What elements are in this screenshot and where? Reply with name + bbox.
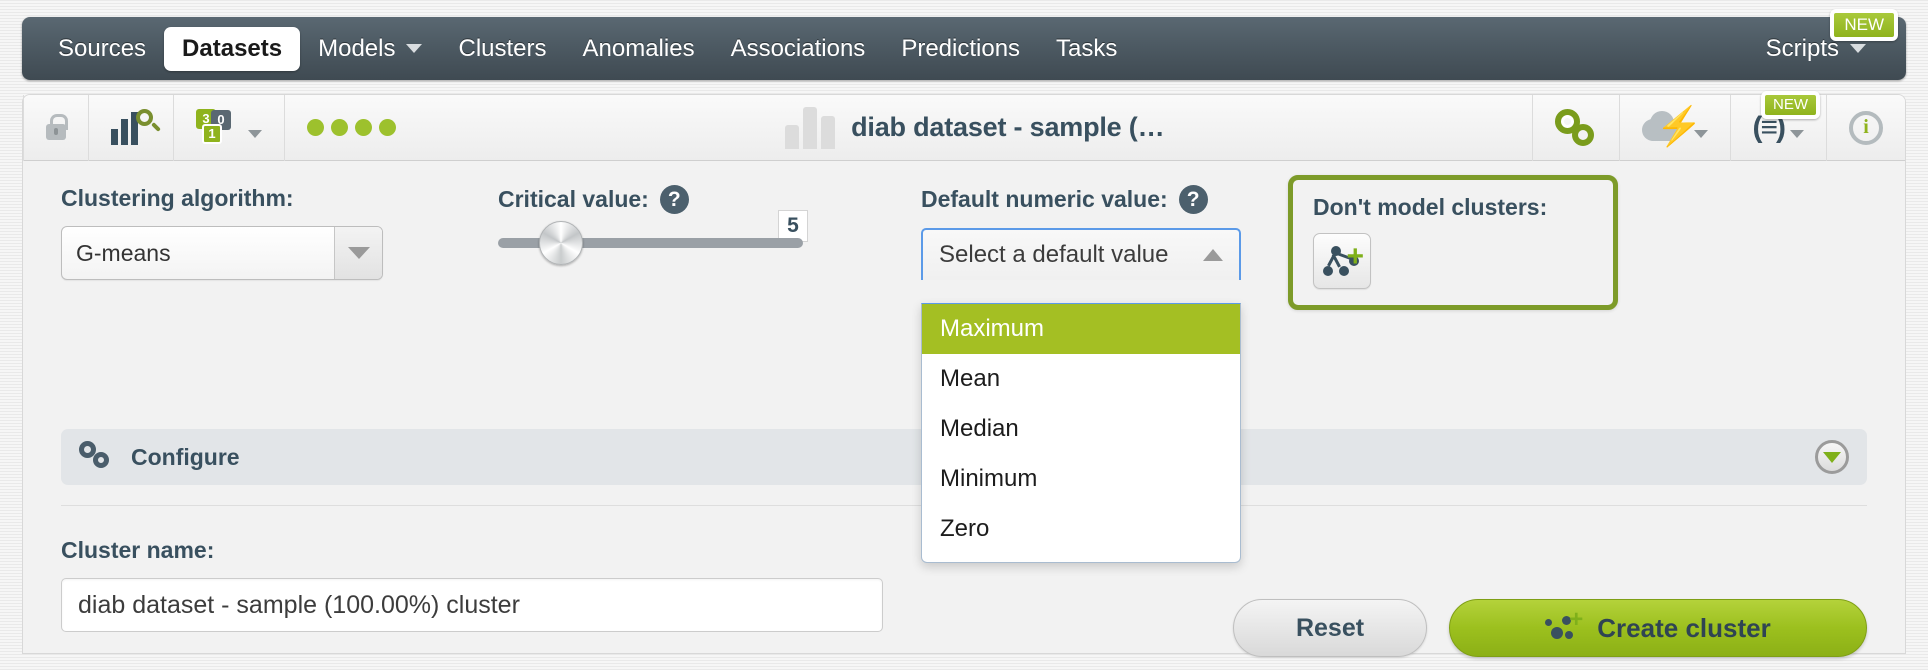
dont-model-clusters-button[interactable]: + bbox=[1313, 233, 1371, 289]
field-types-icon: 301 bbox=[196, 108, 242, 147]
new-badge-toolbar: NEW bbox=[1761, 90, 1820, 119]
page-title: diab dataset - sample (… bbox=[851, 112, 1165, 142]
chevron-down-icon bbox=[406, 44, 423, 53]
cluster-name-input[interactable] bbox=[61, 578, 883, 632]
dropdown-option-maximum[interactable]: Maximum bbox=[922, 304, 1240, 354]
dropdown-option-median[interactable]: Median bbox=[922, 404, 1240, 454]
default-numeric-placeholder: Select a default value bbox=[939, 241, 1169, 268]
cluster-name-field: Cluster name: bbox=[61, 537, 883, 632]
main-navigation-bar: Sources Datasets Models Clusters Anomali… bbox=[22, 9, 1906, 80]
dropdown-option-zero[interactable]: Zero bbox=[922, 504, 1240, 554]
create-cluster-button[interactable]: + Create cluster bbox=[1449, 599, 1867, 657]
clustering-algorithm-select[interactable]: G-means bbox=[61, 226, 383, 280]
nav-label: Predictions bbox=[901, 34, 1021, 62]
nav-items: Sources Datasets Models Clusters Anomali… bbox=[40, 17, 1135, 80]
nav-item-sources[interactable]: Sources bbox=[40, 27, 164, 71]
nav-label: Tasks bbox=[1056, 34, 1118, 62]
field-default-numeric-value: Default numeric value: ? Select a defaul… bbox=[921, 185, 1241, 563]
chevron-down-icon bbox=[1790, 129, 1804, 138]
default-numeric-dropdown-list[interactable]: Maximum Mean Median Minimum Zero bbox=[921, 303, 1241, 563]
nav-item-tasks[interactable]: Tasks bbox=[1038, 27, 1135, 71]
dropdown-option-minimum[interactable]: Minimum bbox=[922, 454, 1240, 504]
histogram-button[interactable] bbox=[89, 94, 174, 161]
field-clustering-algorithm: Clustering algorithm: G-means bbox=[61, 185, 383, 280]
critical-value-label-text: Critical value: bbox=[498, 186, 649, 212]
chevron-down-circle-icon[interactable] bbox=[1815, 440, 1849, 474]
configure-label: Configure bbox=[131, 443, 240, 470]
nav-label: Clusters bbox=[458, 34, 547, 62]
chevron-down-icon bbox=[248, 129, 262, 138]
field-critical-value: Critical value: ? 5 bbox=[498, 185, 808, 265]
cluster-name-label: Cluster name: bbox=[61, 537, 215, 563]
nav-item-clusters[interactable]: Clusters bbox=[440, 27, 564, 71]
footer-actions: Reset + Create cluster bbox=[1233, 599, 1867, 657]
toolbar-right-group: ⚡ (≡) NEW i bbox=[1531, 90, 1906, 161]
chevron-down-icon bbox=[1850, 44, 1866, 53]
nav-label: Models bbox=[318, 34, 396, 62]
lock-button[interactable] bbox=[23, 94, 89, 161]
nav-item-datasets[interactable]: Datasets bbox=[164, 26, 301, 71]
help-icon[interactable]: ? bbox=[659, 185, 689, 214]
cluster-config-form: Clustering algorithm: G-means Critical v… bbox=[23, 161, 1905, 563]
nav-label: Scripts bbox=[1765, 34, 1839, 62]
dont-model-clusters-panel: Don't model clusters: + bbox=[1288, 175, 1618, 310]
dropdown-option-mean[interactable]: Mean bbox=[922, 354, 1240, 404]
status-dots-icon bbox=[307, 119, 396, 136]
reset-button[interactable]: Reset bbox=[1233, 599, 1427, 657]
gears-icon bbox=[79, 441, 117, 473]
clustering-algorithm-label: Clustering algorithm: bbox=[61, 185, 294, 211]
script-button[interactable]: (≡) NEW bbox=[1729, 90, 1827, 161]
dataset-toolbar: 301 diab dataset - sample (… ⚡ (≡) NEW i bbox=[23, 90, 1906, 161]
nav-item-associations[interactable]: Associations bbox=[713, 27, 884, 71]
default-numeric-select[interactable]: Select a default value bbox=[921, 228, 1241, 280]
nav-item-models[interactable]: Models bbox=[300, 27, 440, 71]
default-numeric-label: Default numeric value: ? bbox=[921, 185, 1241, 214]
nav-item-predictions[interactable]: Predictions bbox=[883, 27, 1038, 71]
default-numeric-label-text: Default numeric value: bbox=[921, 186, 1168, 212]
nav-label: Associations bbox=[730, 34, 866, 62]
help-icon[interactable]: ? bbox=[1178, 185, 1208, 214]
create-cluster-label: Create cluster bbox=[1597, 612, 1771, 643]
model-cluster-add-icon: + bbox=[1323, 242, 1364, 280]
info-button[interactable]: i bbox=[1826, 94, 1905, 161]
nav-label: Sources bbox=[58, 34, 147, 62]
chevron-down-icon[interactable] bbox=[334, 227, 382, 279]
critical-value-label: Critical value: ? bbox=[498, 185, 803, 214]
nav-label: Datasets bbox=[182, 34, 283, 62]
dataset-title-area: diab dataset - sample (… bbox=[418, 106, 1532, 149]
cloud-actions-button[interactable]: ⚡ bbox=[1618, 94, 1730, 161]
slider-handle[interactable] bbox=[539, 221, 583, 265]
critical-value-slider[interactable] bbox=[498, 221, 803, 265]
status-dots bbox=[285, 95, 418, 161]
app-page: Sources Datasets Models Clusters Anomali… bbox=[0, 0, 1928, 670]
new-badge-scripts: NEW bbox=[1830, 9, 1898, 41]
content-card: 301 diab dataset - sample (… ⚡ (≡) NEW i… bbox=[22, 90, 1906, 657]
field-types-button[interactable]: 301 bbox=[174, 94, 285, 161]
clustering-algorithm-value: G-means bbox=[76, 239, 171, 266]
critical-value-slider-area: 5 bbox=[498, 210, 808, 265]
chevron-up-icon bbox=[1203, 249, 1223, 261]
histogram-search-icon bbox=[111, 108, 153, 145]
nav-item-anomalies[interactable]: Anomalies bbox=[565, 27, 713, 71]
lock-icon bbox=[46, 114, 68, 140]
gears-icon bbox=[1554, 108, 1597, 147]
info-icon: i bbox=[1849, 110, 1883, 145]
dataset-icon bbox=[785, 106, 836, 149]
create-cluster-icon: + bbox=[1545, 608, 1583, 643]
configure-button[interactable] bbox=[1531, 94, 1619, 161]
nav-label: Anomalies bbox=[582, 34, 695, 62]
dont-model-clusters-label: Don't model clusters: bbox=[1313, 194, 1548, 220]
cloud-bolt-icon: ⚡ bbox=[1641, 108, 1703, 146]
